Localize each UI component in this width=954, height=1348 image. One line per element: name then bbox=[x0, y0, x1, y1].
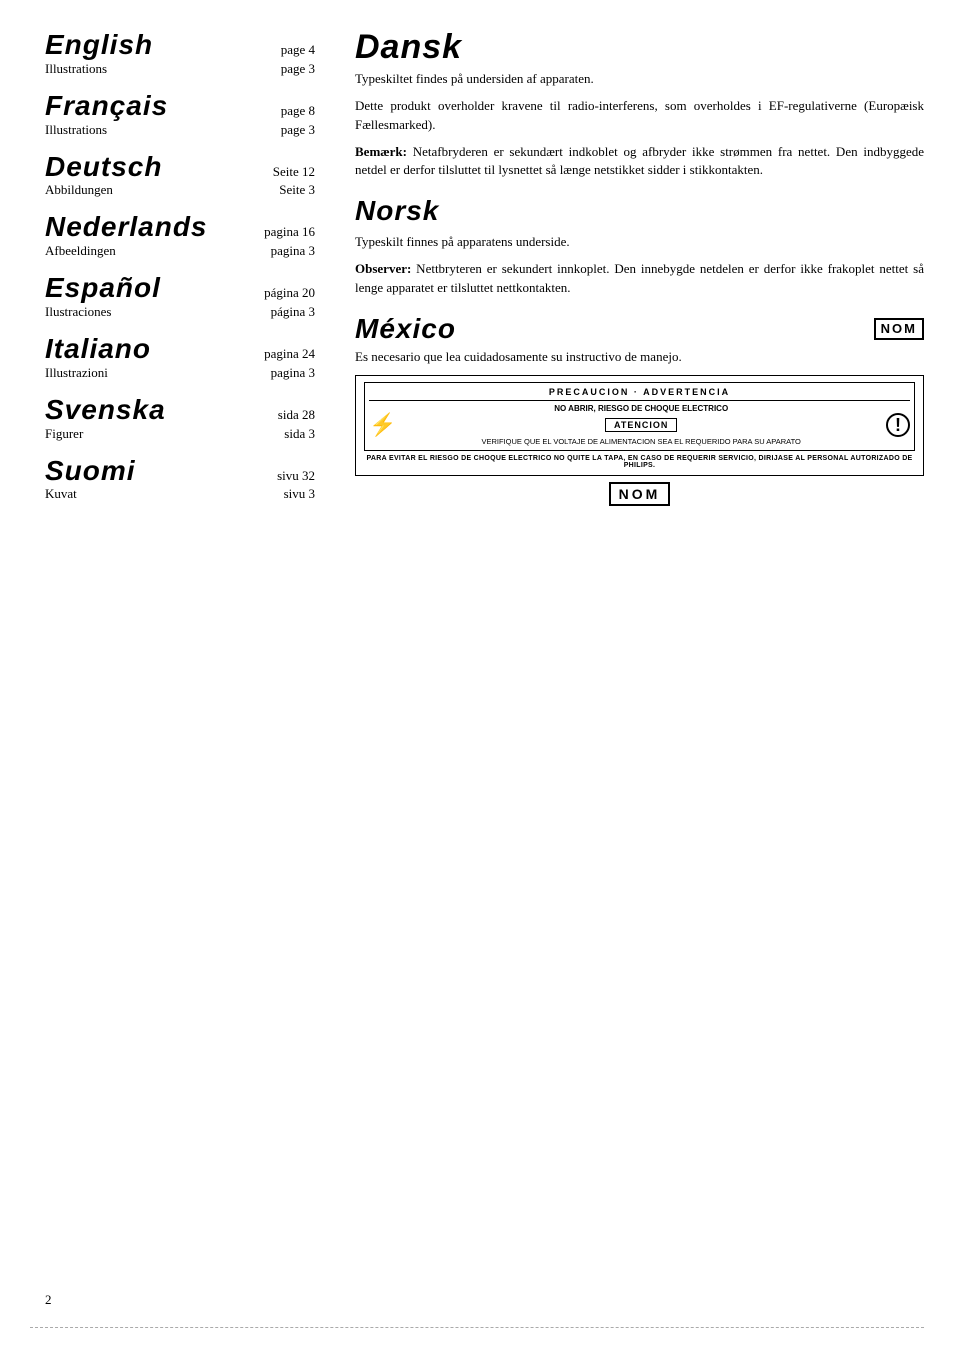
mexico-para1: Es necesario que lea cuidadosamente su i… bbox=[355, 348, 924, 367]
mexico-title-row: México NOM bbox=[355, 314, 924, 345]
lang-sub-label: Figurer bbox=[45, 426, 83, 442]
lang-sub-label: Kuvat bbox=[45, 486, 77, 502]
lang-sub-row: Illustrazioni pagina 3 bbox=[45, 365, 315, 381]
mexico-title: México bbox=[355, 314, 456, 345]
lang-main-page-suomi: sivu 32 bbox=[235, 468, 315, 484]
lang-title-nederlands: Nederlands bbox=[45, 212, 208, 243]
right-column: Dansk Typeskiltet findes på undersiden a… bbox=[335, 30, 924, 1318]
lang-sub-row: Illustrations page 3 bbox=[45, 122, 315, 138]
lang-title-row: Français page 8 bbox=[45, 91, 315, 122]
lang-main-page-deutsch: Seite 12 bbox=[235, 164, 315, 180]
lang-sub-page: pagina 3 bbox=[271, 243, 315, 259]
lang-title-row: Suomi sivu 32 bbox=[45, 456, 315, 487]
lang-main-page-english: page 4 bbox=[235, 42, 315, 58]
left-column: Englishpage 4Illustrationspage 3Français… bbox=[45, 30, 335, 1318]
warning-precaucion: PRECAUCION · ADVERTENCIA bbox=[369, 387, 910, 401]
lang-title-row: Svenska sida 28 bbox=[45, 395, 315, 426]
lang-sub-page: página 3 bbox=[271, 304, 315, 320]
nom-badge-top: NOM bbox=[874, 318, 924, 340]
lang-title-svenska: Svenska bbox=[45, 395, 166, 426]
lang-sub-row: Afbeeldingen pagina 3 bbox=[45, 243, 315, 259]
lang-sub-page: pagina 3 bbox=[271, 365, 315, 381]
norsk-para2: Observer: Nettbryteren er sekundert innk… bbox=[355, 260, 924, 298]
lang-title-français: Français bbox=[45, 91, 168, 122]
language-list: Englishpage 4Illustrationspage 3Français… bbox=[45, 30, 315, 502]
page-number: 2 bbox=[45, 1292, 52, 1308]
lang-sub-row: Ilustraciones página 3 bbox=[45, 304, 315, 320]
lang-main-page-español: página 20 bbox=[235, 285, 315, 301]
bottom-divider bbox=[30, 1327, 924, 1328]
lang-sub-label: Illustrazioni bbox=[45, 365, 108, 381]
dansk-para3: Bemærk: Netafbryderen er sekundært indko… bbox=[355, 143, 924, 181]
page: Englishpage 4Illustrationspage 3Français… bbox=[0, 0, 954, 1348]
nom-bottom-badge: NOM bbox=[609, 482, 671, 506]
lang-main-page-svenska: sida 28 bbox=[235, 407, 315, 423]
lang-title-italiano: Italiano bbox=[45, 334, 151, 365]
lang-sub-page: page 3 bbox=[281, 122, 315, 138]
lang-title-row: English page 4 bbox=[45, 30, 315, 61]
lang-title-español: Español bbox=[45, 273, 161, 304]
lang-main-page-nederlands: pagina 16 bbox=[235, 224, 315, 240]
lang-sub-row: Figurer sida 3 bbox=[45, 426, 315, 442]
norsk-para2-label: Observer: bbox=[355, 261, 411, 276]
lang-block-svenska: Svenska sida 28 Figurer sida 3 bbox=[45, 395, 315, 442]
lang-title-suomi: Suomi bbox=[45, 456, 136, 487]
lang-sub-label: Ilustraciones bbox=[45, 304, 111, 320]
lang-sub-row: Kuvat sivu 3 bbox=[45, 486, 315, 502]
lang-sub-row: Abbildungen Seite 3 bbox=[45, 182, 315, 198]
lang-block-italiano: Italiano pagina 24 Illustrazioni pagina 3 bbox=[45, 334, 315, 381]
lang-sub-page: sivu 3 bbox=[284, 486, 315, 502]
lang-block-nederlands: Nederlands pagina 16 Afbeeldingen pagina 3 bbox=[45, 212, 315, 259]
dansk-title: Dansk bbox=[355, 30, 924, 64]
lang-title-row: Italiano pagina 24 bbox=[45, 334, 315, 365]
lang-sub-label: Illustrations bbox=[45, 61, 107, 77]
dansk-section: Dansk Typeskiltet findes på undersiden a… bbox=[355, 30, 924, 180]
lang-main-page-italiano: pagina 24 bbox=[235, 346, 315, 362]
lang-sub-page: Seite 3 bbox=[279, 182, 315, 198]
lang-title-row: Deutsch Seite 12 bbox=[45, 152, 315, 183]
lang-sub-label: Afbeeldingen bbox=[45, 243, 116, 259]
lang-block-español: Español página 20 Ilustraciones página 3 bbox=[45, 273, 315, 320]
lang-title-english: English bbox=[45, 30, 153, 61]
warning-atencion: ATENCION bbox=[605, 418, 677, 432]
lang-block-suomi: Suomi sivu 32 Kuvat sivu 3 bbox=[45, 456, 315, 503]
norsk-para1: Typeskilt finnes på apparatens underside… bbox=[355, 233, 924, 252]
norsk-title: Norsk bbox=[355, 196, 924, 227]
lang-sub-page: sida 3 bbox=[284, 426, 315, 442]
lang-sub-label: Illustrations bbox=[45, 122, 107, 138]
dansk-para1: Typeskiltet findes på undersiden af appa… bbox=[355, 70, 924, 89]
warning-content-row: ⚡ NO ABRIR, RIESGO DE CHOQUE ELECTRICO A… bbox=[369, 404, 910, 446]
lang-title-deutsch: Deutsch bbox=[45, 152, 162, 183]
warning-line2: VERIFIQUE QUE EL VOLTAJE DE ALIMENTACION… bbox=[404, 437, 878, 446]
lang-block-français: Français page 8 Illustrations page 3 bbox=[45, 91, 315, 138]
exclaim-icon: ! bbox=[886, 413, 910, 437]
mexico-section: México NOM Es necesario que lea cuidados… bbox=[355, 314, 924, 507]
lang-block-deutsch: Deutsch Seite 12 Abbildungen Seite 3 bbox=[45, 152, 315, 199]
lightning-icon: ⚡ bbox=[369, 414, 396, 436]
warning-center: NO ABRIR, RIESGO DE CHOQUE ELECTRICO ATE… bbox=[404, 404, 878, 446]
dansk-para3-text: Netafbryderen er sekundært indkoblet og … bbox=[355, 144, 924, 178]
nom-bottom: NOM bbox=[355, 482, 924, 506]
warning-inner: PRECAUCION · ADVERTENCIA ⚡ NO ABRIR, RIE… bbox=[364, 382, 915, 451]
warning-box: PRECAUCION · ADVERTENCIA ⚡ NO ABRIR, RIE… bbox=[355, 375, 924, 476]
lang-title-row: Español página 20 bbox=[45, 273, 315, 304]
lang-main-page-français: page 8 bbox=[235, 103, 315, 119]
lang-title-row: Nederlands pagina 16 bbox=[45, 212, 315, 243]
lang-sub-label: Abbildungen bbox=[45, 182, 113, 198]
lang-block-english: English page 4 Illustrations page 3 bbox=[45, 30, 315, 77]
warning-bottom: PARA EVITAR EL RIESGO DE CHOQUE ELECTRIC… bbox=[364, 455, 915, 469]
warning-line1: NO ABRIR, RIESGO DE CHOQUE ELECTRICO bbox=[404, 404, 878, 413]
norsk-section: Norsk Typeskilt finnes på apparatens und… bbox=[355, 196, 924, 297]
lang-sub-row: Illustrations page 3 bbox=[45, 61, 315, 77]
norsk-para2-text: Nettbryteren er sekundert innkoplet. Den… bbox=[355, 261, 924, 295]
dansk-para2: Dette produkt overholder kravene til rad… bbox=[355, 97, 924, 135]
lang-sub-page: page 3 bbox=[281, 61, 315, 77]
dansk-para3-label: Bemærk: bbox=[355, 144, 407, 159]
